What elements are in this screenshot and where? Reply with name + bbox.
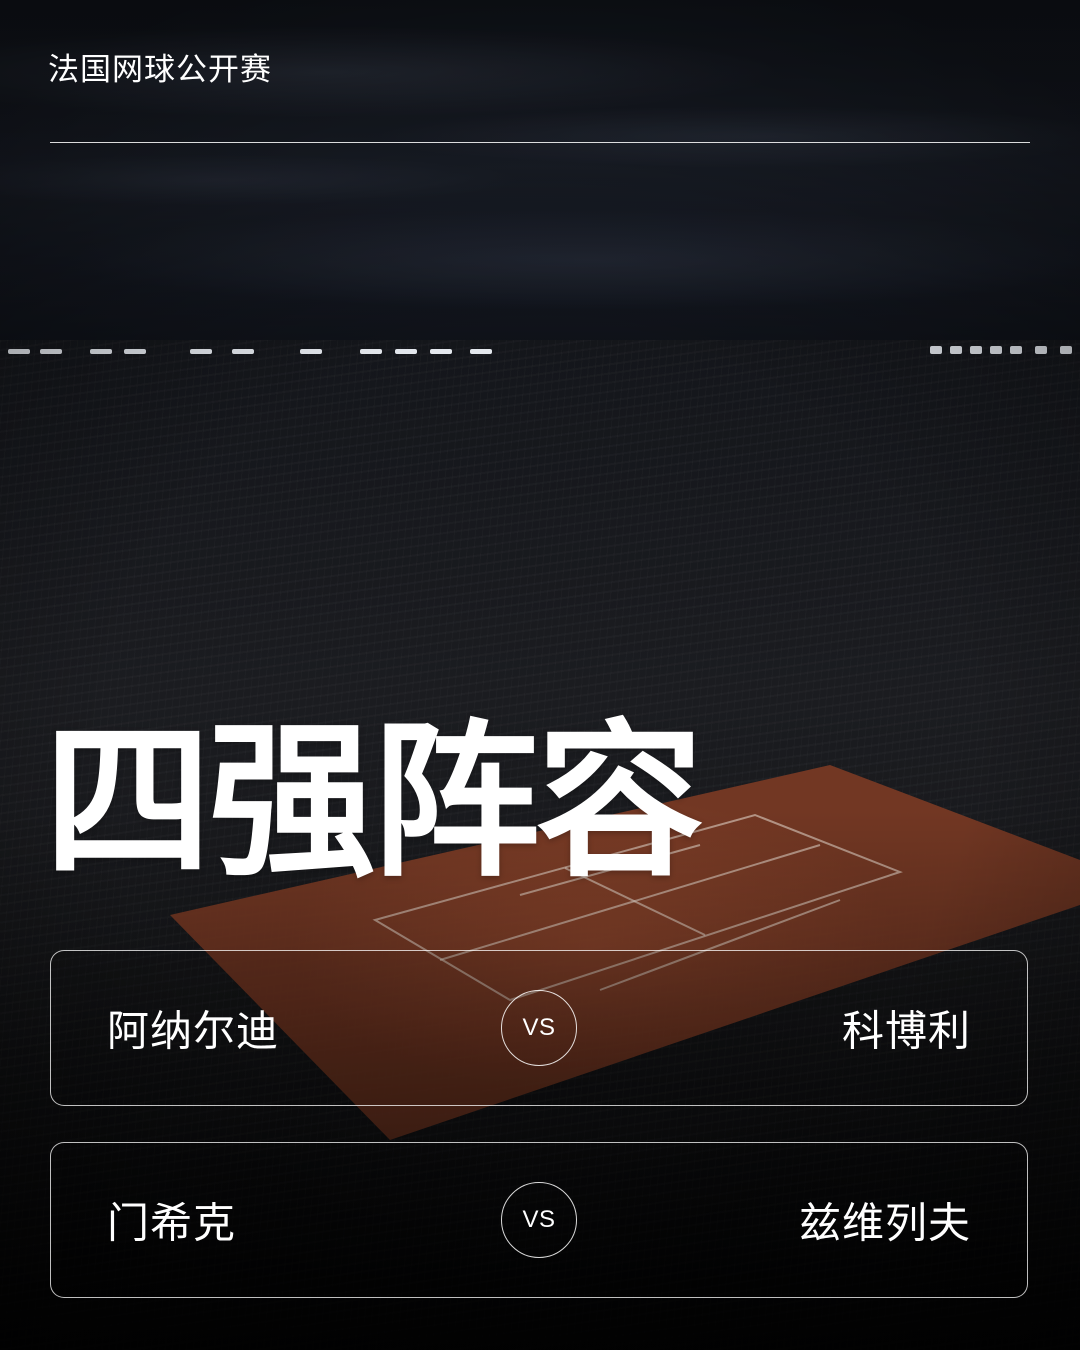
player-left-name: 阿纳尔迪 (107, 1006, 280, 1056)
match-card: 门希克 VS 兹维列夫 (50, 1142, 1028, 1298)
vs-badge: VS (501, 1182, 577, 1258)
poster: 法国网球公开赛 四强阵容 阿纳尔迪 VS 科博利 门希克 VS 兹维列夫 (0, 0, 1080, 1350)
player-right-name: 科博利 (841, 1006, 971, 1056)
headline: 四强阵容 (44, 704, 704, 900)
vs-badge: VS (501, 990, 577, 1066)
header-divider (50, 142, 1030, 143)
event-title: 法国网球公开赛 (48, 52, 272, 88)
player-right-name: 兹维列夫 (798, 1198, 971, 1248)
player-left-name: 门希克 (107, 1198, 237, 1248)
match-card: 阿纳尔迪 VS 科博利 (50, 950, 1028, 1106)
